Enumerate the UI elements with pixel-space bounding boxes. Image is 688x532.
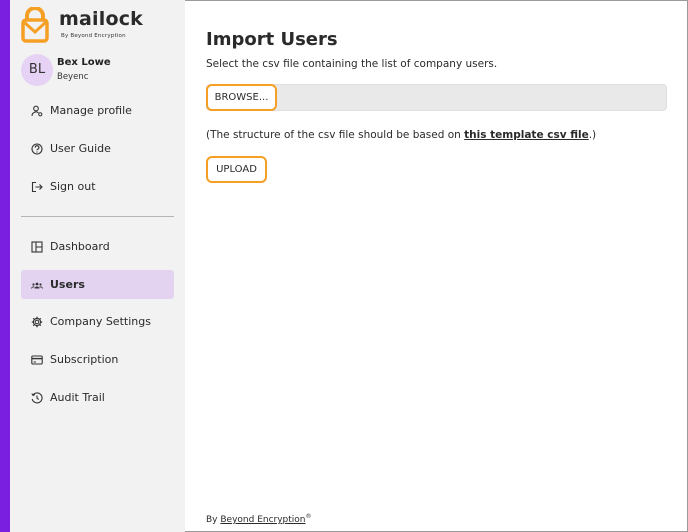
user-gear-icon	[30, 104, 43, 117]
footer-prefix: By	[206, 515, 221, 525]
sidebar-item-users[interactable]: Users	[21, 270, 174, 299]
brand-tagline: By Beyond Encryption	[61, 33, 126, 39]
menu-item-manage-profile[interactable]: Manage profile	[21, 96, 174, 125]
sidebar: mailock By Beyond Encryption BL Bex Lowe…	[10, 0, 185, 532]
mailock-logo-icon	[21, 7, 49, 43]
browse-button[interactable]: BROWSE...	[206, 84, 277, 111]
sidebar-item-subscription[interactable]: Subscription	[21, 345, 174, 374]
mailock-logo[interactable]: mailock By Beyond Encryption	[21, 7, 181, 45]
footer: By Beyond Encryption®	[206, 513, 312, 525]
sidebar-item-label: Company Settings	[50, 315, 151, 328]
accent-bar	[0, 0, 10, 532]
menu-item-user-guide[interactable]: User Guide	[21, 134, 174, 163]
avatar: BL	[21, 54, 53, 86]
menu-item-label: User Guide	[50, 142, 111, 155]
user-profile[interactable]: BL Bex Lowe Beyenc	[21, 54, 181, 88]
sidebar-item-audit-trail[interactable]: Audit Trail	[21, 383, 174, 412]
sidebar-divider	[21, 216, 174, 217]
page-title: Import Users	[206, 29, 338, 50]
menu-item-sign-out[interactable]: Sign out	[21, 172, 174, 201]
menu-item-label: Manage profile	[50, 104, 132, 117]
sidebar-item-dashboard[interactable]: Dashboard	[21, 232, 174, 261]
sign-out-icon	[30, 180, 43, 193]
gear-icon	[30, 315, 43, 328]
history-icon	[30, 391, 43, 404]
sidebar-item-label: Audit Trail	[50, 391, 105, 404]
profile-org: Beyenc	[57, 72, 89, 82]
help-circle-icon	[30, 142, 43, 155]
template-note-prefix: (The structure of the csv file should be…	[206, 129, 465, 141]
upload-button[interactable]: UPLOAD	[206, 156, 267, 183]
sidebar-item-label: Dashboard	[50, 240, 110, 253]
template-note: (The structure of the csv file should be…	[206, 129, 596, 141]
page-subtitle: Select the csv file containing the list …	[206, 58, 498, 70]
main-content: Import Users Select the csv file contain…	[185, 0, 688, 532]
template-note-suffix: .)	[588, 129, 597, 141]
dashboard-icon	[30, 240, 43, 253]
profile-name: Bex Lowe	[57, 57, 111, 68]
sidebar-item-label: Subscription	[50, 353, 119, 366]
template-csv-link[interactable]: this template csv file	[464, 129, 589, 141]
menu-item-label: Sign out	[50, 180, 96, 193]
credit-card-icon	[30, 353, 43, 366]
registered-mark: ®	[305, 513, 312, 520]
sidebar-item-company-settings[interactable]: Company Settings	[21, 307, 174, 336]
users-icon	[30, 278, 43, 291]
brand-name: mailock	[59, 8, 143, 30]
beyond-encryption-link[interactable]: Beyond Encryption	[220, 515, 305, 525]
sidebar-item-label: Users	[50, 278, 85, 291]
